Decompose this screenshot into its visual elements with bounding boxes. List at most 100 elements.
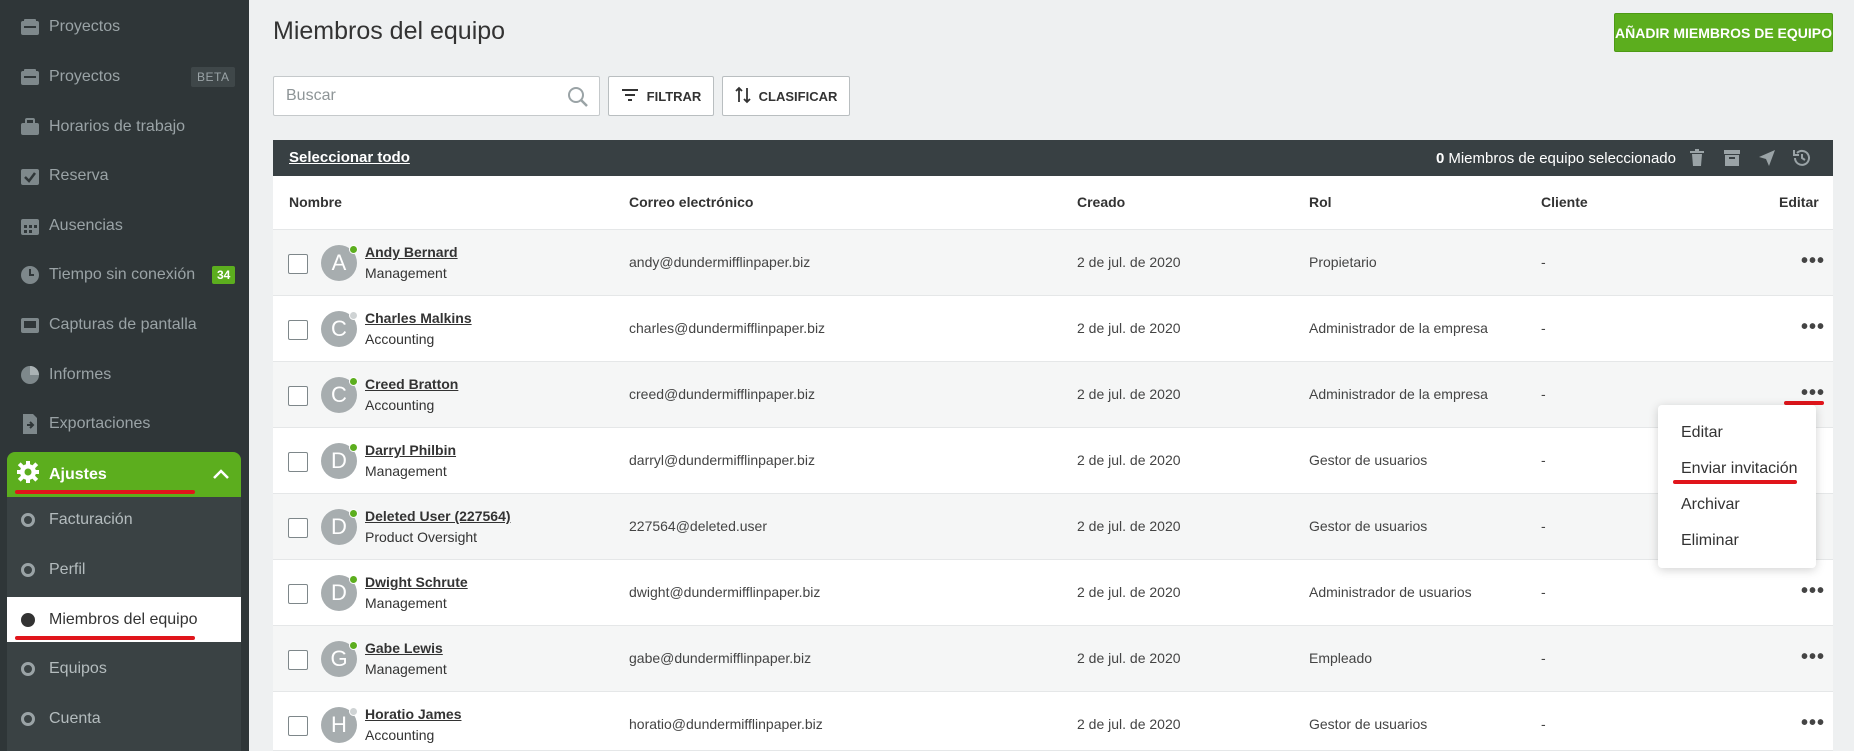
member-name-link[interactable]: Gabe Lewis xyxy=(365,640,443,656)
member-role: Gestor de usuarios xyxy=(1309,452,1428,468)
sidebar-item-label: Exportaciones xyxy=(49,415,151,432)
table-header: Nombre Correo electrónico Creado Rol Cli… xyxy=(273,176,1833,230)
select-all-link[interactable]: Seleccionar todo xyxy=(289,149,410,166)
member-name-link[interactable]: Charles Malkins xyxy=(365,310,472,326)
member-name-link[interactable]: Dwight Schrute xyxy=(365,574,468,590)
sidebar-item-capturas[interactable]: Capturas de pantalla xyxy=(0,300,249,350)
sidebar-item-label: Perfil xyxy=(49,560,86,578)
selected-count-number: 0 xyxy=(1436,150,1445,167)
sort-label: CLASIFICAR xyxy=(758,88,838,104)
chevron-up-icon[interactable] xyxy=(213,466,229,484)
pie-chart-icon xyxy=(18,363,42,387)
menu-item-enviar-invitacion[interactable]: Enviar invitación xyxy=(1681,460,1798,478)
online-status-dot xyxy=(349,575,358,584)
filter-icon xyxy=(621,88,639,105)
row-checkbox[interactable] xyxy=(288,716,308,736)
menu-item-eliminar[interactable]: Eliminar xyxy=(1681,532,1739,550)
archive-icon[interactable] xyxy=(1722,148,1742,168)
beta-badge: BETA xyxy=(191,67,236,87)
sidebar-item-equipos[interactable]: Equipos xyxy=(7,646,241,691)
sidebar-item-proyectos[interactable]: Proyectos xyxy=(0,2,249,52)
screenshot-icon xyxy=(18,313,42,337)
member-role: Administrador de usuarios xyxy=(1309,584,1472,600)
member-name-link[interactable]: Deleted User (227564) xyxy=(365,508,511,524)
trash-icon[interactable] xyxy=(1687,148,1707,168)
member-email: darryl@dundermifflinpaper.biz xyxy=(629,452,815,468)
search-input[interactable] xyxy=(286,85,556,107)
sidebar-item-proyectos-beta[interactable]: Proyectos BETA xyxy=(0,52,249,102)
more-options-icon[interactable]: ••• xyxy=(1801,316,1825,339)
member-email: 227564@deleted.user xyxy=(629,518,767,534)
member-role: Gestor de usuarios xyxy=(1309,518,1428,534)
filter-button[interactable]: FILTRAR xyxy=(608,76,714,116)
export-icon xyxy=(18,412,42,436)
row-checkbox[interactable] xyxy=(288,386,308,406)
table-row: G Gabe Lewis Management gabe@dundermiffl… xyxy=(273,626,1833,692)
sidebar-item-label: Capturas de pantalla xyxy=(49,316,197,333)
history-icon[interactable] xyxy=(1792,148,1812,168)
clock-icon xyxy=(18,263,42,287)
member-name-link[interactable]: Creed Bratton xyxy=(365,376,458,392)
member-email: gabe@dundermifflinpaper.biz xyxy=(629,650,812,666)
sidebar-item-horarios[interactable]: Horarios de trabajo xyxy=(0,102,249,152)
sidebar-item-facturacion[interactable]: Facturación xyxy=(7,497,241,542)
member-name-link[interactable]: Andy Bernard xyxy=(365,244,458,260)
online-status-dot xyxy=(349,377,358,386)
menu-item-editar[interactable]: Editar xyxy=(1681,424,1723,442)
member-role: Administrador de la empresa xyxy=(1309,320,1488,336)
circle-icon xyxy=(21,661,35,676)
gear-icon xyxy=(16,460,40,489)
row-checkbox[interactable] xyxy=(288,518,308,538)
sort-button[interactable]: CLASIFICAR xyxy=(722,76,850,116)
table-row: A Andy Bernard Management andy@dundermif… xyxy=(273,230,1833,296)
sidebar-item-label: Informes xyxy=(49,366,112,383)
member-department: Product Oversight xyxy=(365,529,478,545)
annotation-underline xyxy=(15,490,195,494)
member-name-link[interactable]: Horatio James xyxy=(365,706,461,722)
row-checkbox[interactable] xyxy=(288,254,308,274)
row-checkbox[interactable] xyxy=(288,584,308,604)
settings-label: Ajustes xyxy=(49,465,107,483)
sidebar-item-exportaciones[interactable]: Exportaciones xyxy=(0,399,249,449)
member-client: - xyxy=(1541,518,1546,534)
member-client: - xyxy=(1541,254,1546,270)
send-icon[interactable] xyxy=(1757,148,1777,168)
more-options-icon[interactable]: ••• xyxy=(1801,646,1825,669)
member-created: 2 de jul. de 2020 xyxy=(1077,584,1181,600)
annotation-underline xyxy=(1673,480,1797,484)
sidebar-item-cuenta[interactable]: Cuenta xyxy=(7,696,241,741)
sidebar-item-tiempo-sin-conexion[interactable]: Tiempo sin conexión 34 xyxy=(0,250,249,300)
sidebar-item-reserva[interactable]: Reserva xyxy=(0,151,249,201)
add-team-members-button[interactable]: AÑADIR MIEMBROS DE EQUIPO xyxy=(1614,13,1833,52)
column-header-role: Rol xyxy=(1309,194,1332,210)
settings-section: Ajustes Facturación Perfil Miembros del … xyxy=(7,452,241,751)
sidebar-item-label: Horarios de trabajo xyxy=(49,118,186,135)
member-email: creed@dundermifflinpaper.biz xyxy=(629,386,815,402)
page-title: Miembros del equipo xyxy=(273,17,506,45)
row-checkbox[interactable] xyxy=(288,650,308,670)
sidebar-item-perfil[interactable]: Perfil xyxy=(7,547,241,592)
sidebar-item-ausencias[interactable]: Ausencias xyxy=(0,201,249,251)
search-icon[interactable] xyxy=(567,86,589,113)
member-role: Empleado xyxy=(1309,650,1373,666)
online-status-dot xyxy=(349,509,358,518)
sidebar-item-label: Proyectos xyxy=(49,68,121,85)
row-checkbox[interactable] xyxy=(288,452,308,472)
sidebar-item-label: Miembros del equipo xyxy=(49,610,198,628)
row-checkbox[interactable] xyxy=(288,320,308,340)
menu-item-archivar[interactable]: Archivar xyxy=(1681,496,1740,514)
member-email: charles@dundermifflinpaper.biz xyxy=(629,320,826,336)
table-row: D Dwight Schrute Management dwight@dunde… xyxy=(273,560,1833,626)
sidebar-item-label: Reserva xyxy=(49,167,109,184)
table-row: C Creed Bratton Accounting creed@dunderm… xyxy=(273,362,1833,428)
circle-icon xyxy=(21,512,35,527)
member-name-link[interactable]: Darryl Philbin xyxy=(365,442,456,458)
more-options-icon[interactable]: ••• xyxy=(1801,250,1825,273)
circle-icon xyxy=(21,562,35,577)
more-options-icon[interactable]: ••• xyxy=(1801,580,1825,603)
column-header-name: Nombre xyxy=(289,194,342,210)
sidebar-item-informes[interactable]: Informes xyxy=(0,350,249,400)
search-field[interactable] xyxy=(273,76,600,116)
more-options-icon[interactable]: ••• xyxy=(1801,712,1825,735)
member-created: 2 de jul. de 2020 xyxy=(1077,452,1181,468)
